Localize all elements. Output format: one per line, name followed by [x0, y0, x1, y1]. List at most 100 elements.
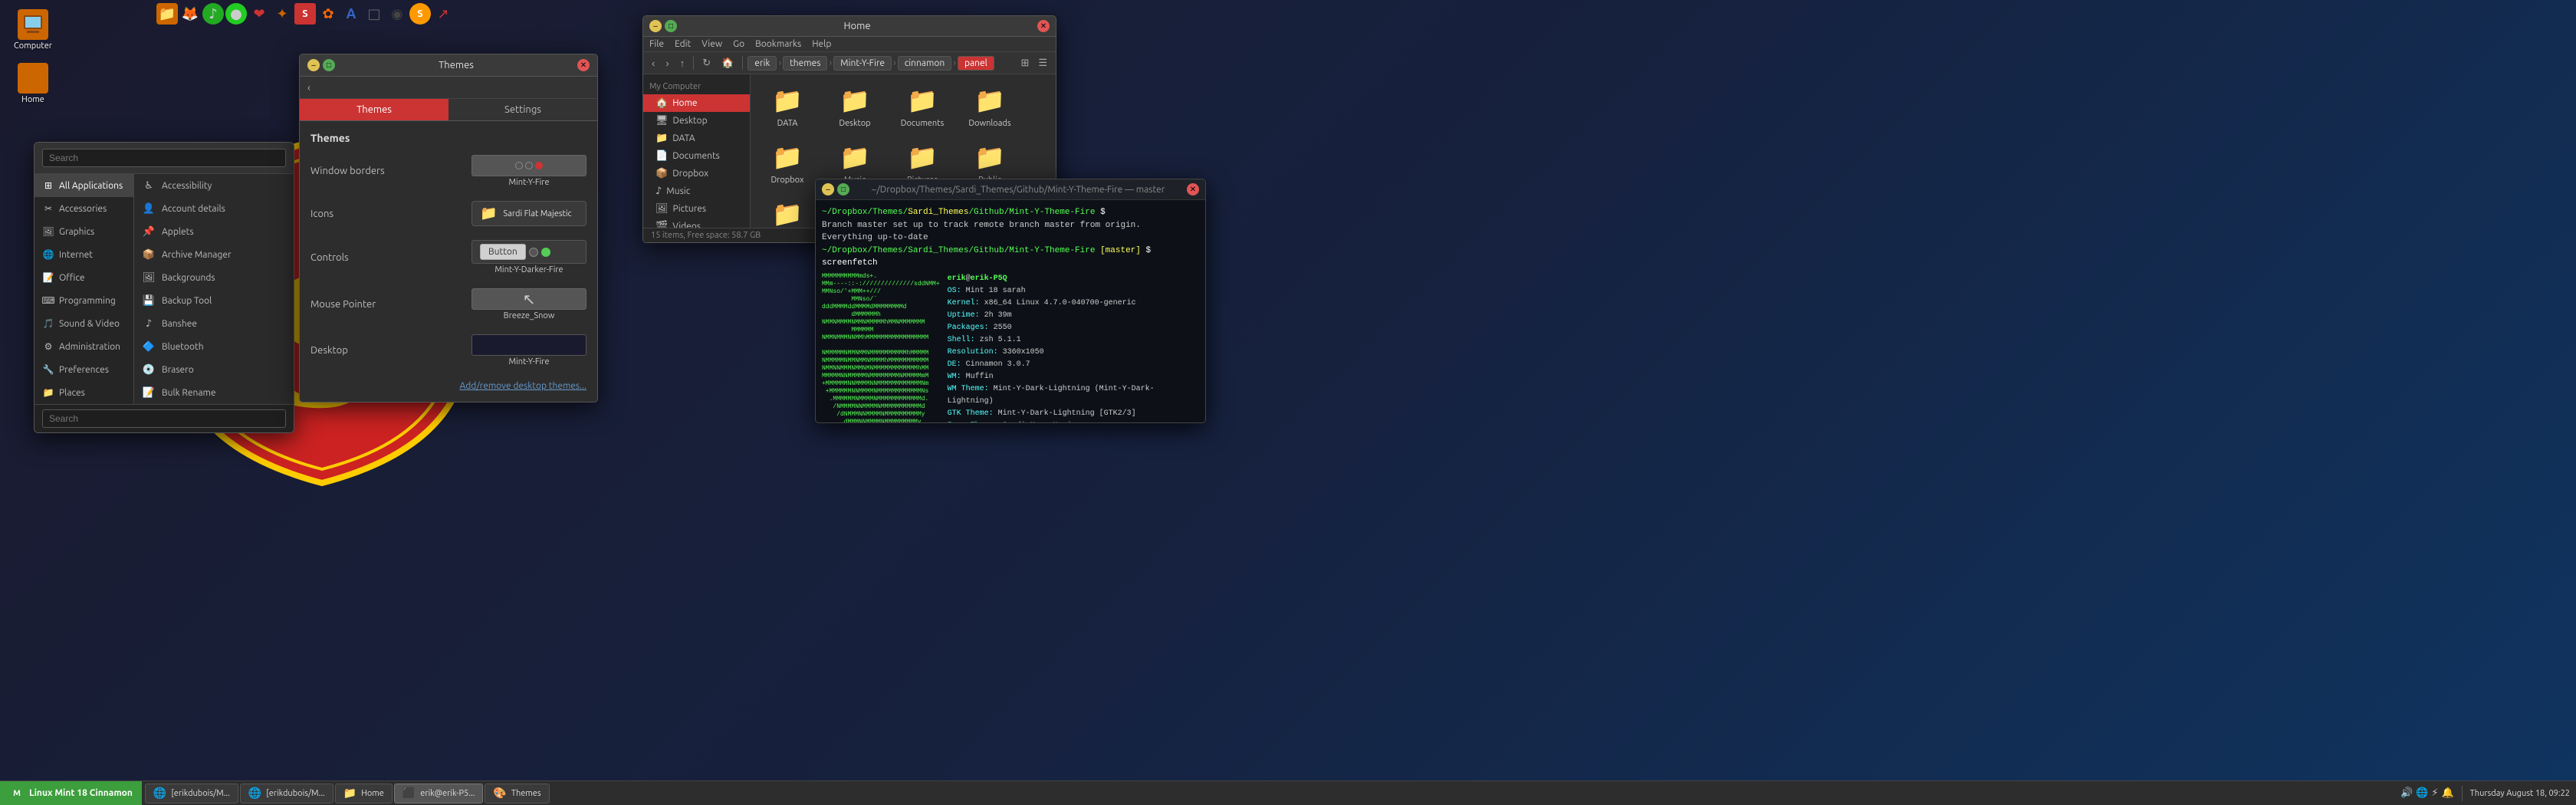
- window-borders-preview[interactable]: Mint-Y-Fire: [472, 155, 586, 187]
- fm-file-documents[interactable]: 📁 Documents: [892, 80, 953, 131]
- app-account[interactable]: 👤 Account details: [134, 197, 294, 220]
- launcher-app8[interactable]: ↗: [432, 3, 454, 25]
- themes-minimize-btn[interactable]: –: [307, 59, 320, 71]
- fm-close-btn[interactable]: ✕: [1037, 20, 1050, 32]
- fm-titlebar[interactable]: – □ Home ✕: [643, 16, 1056, 37]
- fm-forward-btn[interactable]: ›: [662, 56, 672, 71]
- desktop-theme-preview[interactable]: Mint-Y-Fire: [472, 334, 586, 366]
- fm-minimize-btn[interactable]: –: [649, 20, 662, 32]
- fm-reload-btn[interactable]: ↻: [698, 55, 715, 71]
- launcher-app7[interactable]: S: [409, 3, 431, 25]
- launcher-app5[interactable]: □: [363, 3, 385, 25]
- fm-file-desktop[interactable]: 📁 Desktop: [824, 80, 886, 131]
- terminal-body[interactable]: ~/Dropbox/Themes/Sardi_Themes/Github/Min…: [816, 200, 1205, 422]
- app-menu-bottom-search[interactable]: [42, 409, 286, 428]
- fm-sidebar-desktop[interactable]: 🖥 Desktop: [643, 112, 750, 130]
- fm-sidebar-pictures[interactable]: 🖼 Pictures: [643, 200, 750, 218]
- fm-menu-go[interactable]: Go: [733, 39, 744, 49]
- fm-breadcrumb-cinnamon[interactable]: cinnamon: [898, 56, 952, 71]
- launcher-files[interactable]: 📁: [156, 3, 178, 25]
- app-banshee[interactable]: ♪ Banshee: [134, 312, 294, 335]
- fm-file-templates[interactable]: 📁 Templates: [757, 194, 818, 228]
- fm-sidebar-music[interactable]: ♪ Music: [643, 182, 750, 200]
- cat-sound-video[interactable]: 🎵 Sound & Video: [34, 312, 133, 335]
- app-brasero[interactable]: 💿 Brasero: [134, 358, 294, 381]
- launcher-spotify[interactable]: ●: [225, 3, 247, 25]
- fm-sidebar-videos[interactable]: 🎬 Videos: [643, 218, 750, 228]
- taskbar-start-btn[interactable]: M Linux Mint 18 Cinnamon: [0, 781, 142, 805]
- fm-breadcrumb-erik[interactable]: erik: [748, 56, 777, 71]
- fm-sidebar-dropbox[interactable]: 📦 Dropbox: [643, 165, 750, 182]
- launcher-app1[interactable]: ❤: [248, 3, 270, 25]
- themes-titlebar[interactable]: – □ Themes ✕: [300, 54, 597, 77]
- cat-office[interactable]: 📝 Office: [34, 266, 133, 289]
- fm-file-dropbox[interactable]: 📁 Dropbox: [757, 137, 818, 188]
- fm-sidebar-data[interactable]: 📁 DATA: [643, 130, 750, 147]
- launcher-firefox[interactable]: 🦊: [179, 3, 201, 25]
- cat-programming[interactable]: ⌨ Programming: [34, 289, 133, 312]
- tray-icon-2[interactable]: 🌐: [2416, 787, 2428, 799]
- themes-close-btn[interactable]: ✕: [577, 59, 590, 71]
- desktop-icon-home[interactable]: Home: [6, 60, 60, 107]
- cat-preferences[interactable]: 🔧 Preferences: [34, 358, 133, 381]
- fm-list-view-btn[interactable]: ☰: [1034, 55, 1051, 71]
- app-backgrounds[interactable]: 🖼 Backgrounds: [134, 266, 294, 289]
- fm-maximize-btn[interactable]: □: [665, 20, 677, 32]
- fm-menu-help[interactable]: Help: [812, 39, 831, 49]
- app-menu-search-input[interactable]: [42, 149, 286, 167]
- app-accessibility[interactable]: ♿ Accessibility: [134, 174, 294, 197]
- cat-internet[interactable]: 🌐 Internet: [34, 243, 133, 266]
- icons-preview[interactable]: 📁 Sardi Flat Majestic: [472, 201, 586, 226]
- taskbar-item-4[interactable]: 🎨 Themes: [485, 784, 549, 803]
- app-archive[interactable]: 📦 Archive Manager: [134, 243, 294, 266]
- launcher-softwaremgr[interactable]: S: [294, 3, 316, 25]
- tab-themes[interactable]: Themes: [300, 99, 449, 120]
- fm-menu-file[interactable]: File: [649, 39, 664, 49]
- terminal-titlebar[interactable]: – □ ~/Dropbox/Themes/Sardi_Themes/Github…: [816, 179, 1205, 200]
- terminal-maximize-btn[interactable]: □: [837, 183, 849, 196]
- themes-back-btn[interactable]: ‹: [300, 77, 597, 99]
- fm-home-btn[interactable]: 🏠: [718, 55, 738, 71]
- app-backup[interactable]: 💾 Backup Tool: [134, 289, 294, 312]
- fm-menu-view[interactable]: View: [702, 39, 722, 49]
- launcher-app2[interactable]: ✦: [271, 3, 293, 25]
- app-bluetooth[interactable]: 🔷 Bluetooth: [134, 335, 294, 358]
- tray-icon-1[interactable]: 🔊: [2400, 787, 2413, 799]
- fm-breadcrumb-panel[interactable]: panel: [958, 56, 994, 71]
- taskbar-item-3[interactable]: ⬛ erik@erik-P5...: [394, 784, 484, 803]
- cat-graphics[interactable]: 🖼 Graphics: [34, 220, 133, 243]
- add-remove-themes-link[interactable]: Add/remove desktop themes...: [459, 381, 586, 391]
- cat-accessories[interactable]: ✂ Accessories: [34, 197, 133, 220]
- cat-places[interactable]: 📁 Places: [34, 381, 133, 404]
- launcher-rhythmbox[interactable]: ♪: [202, 3, 224, 25]
- fm-file-downloads[interactable]: 📁 Downloads: [959, 80, 1020, 131]
- fm-icon-view-btn[interactable]: ⊞: [1017, 55, 1033, 71]
- app-applets[interactable]: 📌 Applets: [134, 220, 294, 243]
- controls-preview[interactable]: Button Mint-Y-Darker-Fire: [472, 240, 586, 274]
- themes-maximize-btn[interactable]: □: [323, 59, 335, 71]
- fm-menu-edit[interactable]: Edit: [675, 39, 691, 49]
- terminal-minimize-btn[interactable]: –: [822, 183, 834, 196]
- fm-back-btn[interactable]: ‹: [648, 56, 659, 71]
- terminal-close-btn[interactable]: ✕: [1187, 183, 1199, 196]
- fm-file-data[interactable]: 📁 DATA: [757, 80, 818, 131]
- fm-breadcrumb-themes[interactable]: themes: [783, 56, 827, 71]
- fm-up-btn[interactable]: ↑: [676, 56, 689, 71]
- tab-settings[interactable]: Settings: [449, 99, 597, 120]
- taskbar-item-2[interactable]: 📁 Home: [335, 784, 393, 803]
- fm-sidebar-home[interactable]: 🏠 Home: [643, 94, 750, 112]
- desktop-icon-computer[interactable]: Computer: [6, 6, 60, 54]
- fm-menu-bookmarks[interactable]: Bookmarks: [755, 39, 801, 49]
- taskbar-item-0[interactable]: 🌐 [erikdubois/M...: [145, 784, 238, 803]
- tray-icon-4[interactable]: 🔔: [2441, 787, 2453, 799]
- taskbar-item-1[interactable]: 🌐 [erikdubois/M...: [240, 784, 334, 803]
- fm-breadcrumb-mint-y-fire[interactable]: Mint-Y-Fire: [833, 56, 892, 71]
- mouse-pointer-preview[interactable]: ↖ Breeze_Snow: [472, 288, 586, 320]
- app-bulk-rename[interactable]: 📝 Bulk Rename: [134, 381, 294, 404]
- fm-sidebar-docs[interactable]: 📄 Documents: [643, 147, 750, 165]
- launcher-app6[interactable]: ◉: [386, 3, 408, 25]
- launcher-app3[interactable]: ✿: [317, 3, 339, 25]
- cat-administration[interactable]: ⚙ Administration: [34, 335, 133, 358]
- cat-all-apps[interactable]: ⊞ All Applications: [34, 174, 133, 197]
- tray-icon-3[interactable]: ⚡: [2431, 787, 2438, 799]
